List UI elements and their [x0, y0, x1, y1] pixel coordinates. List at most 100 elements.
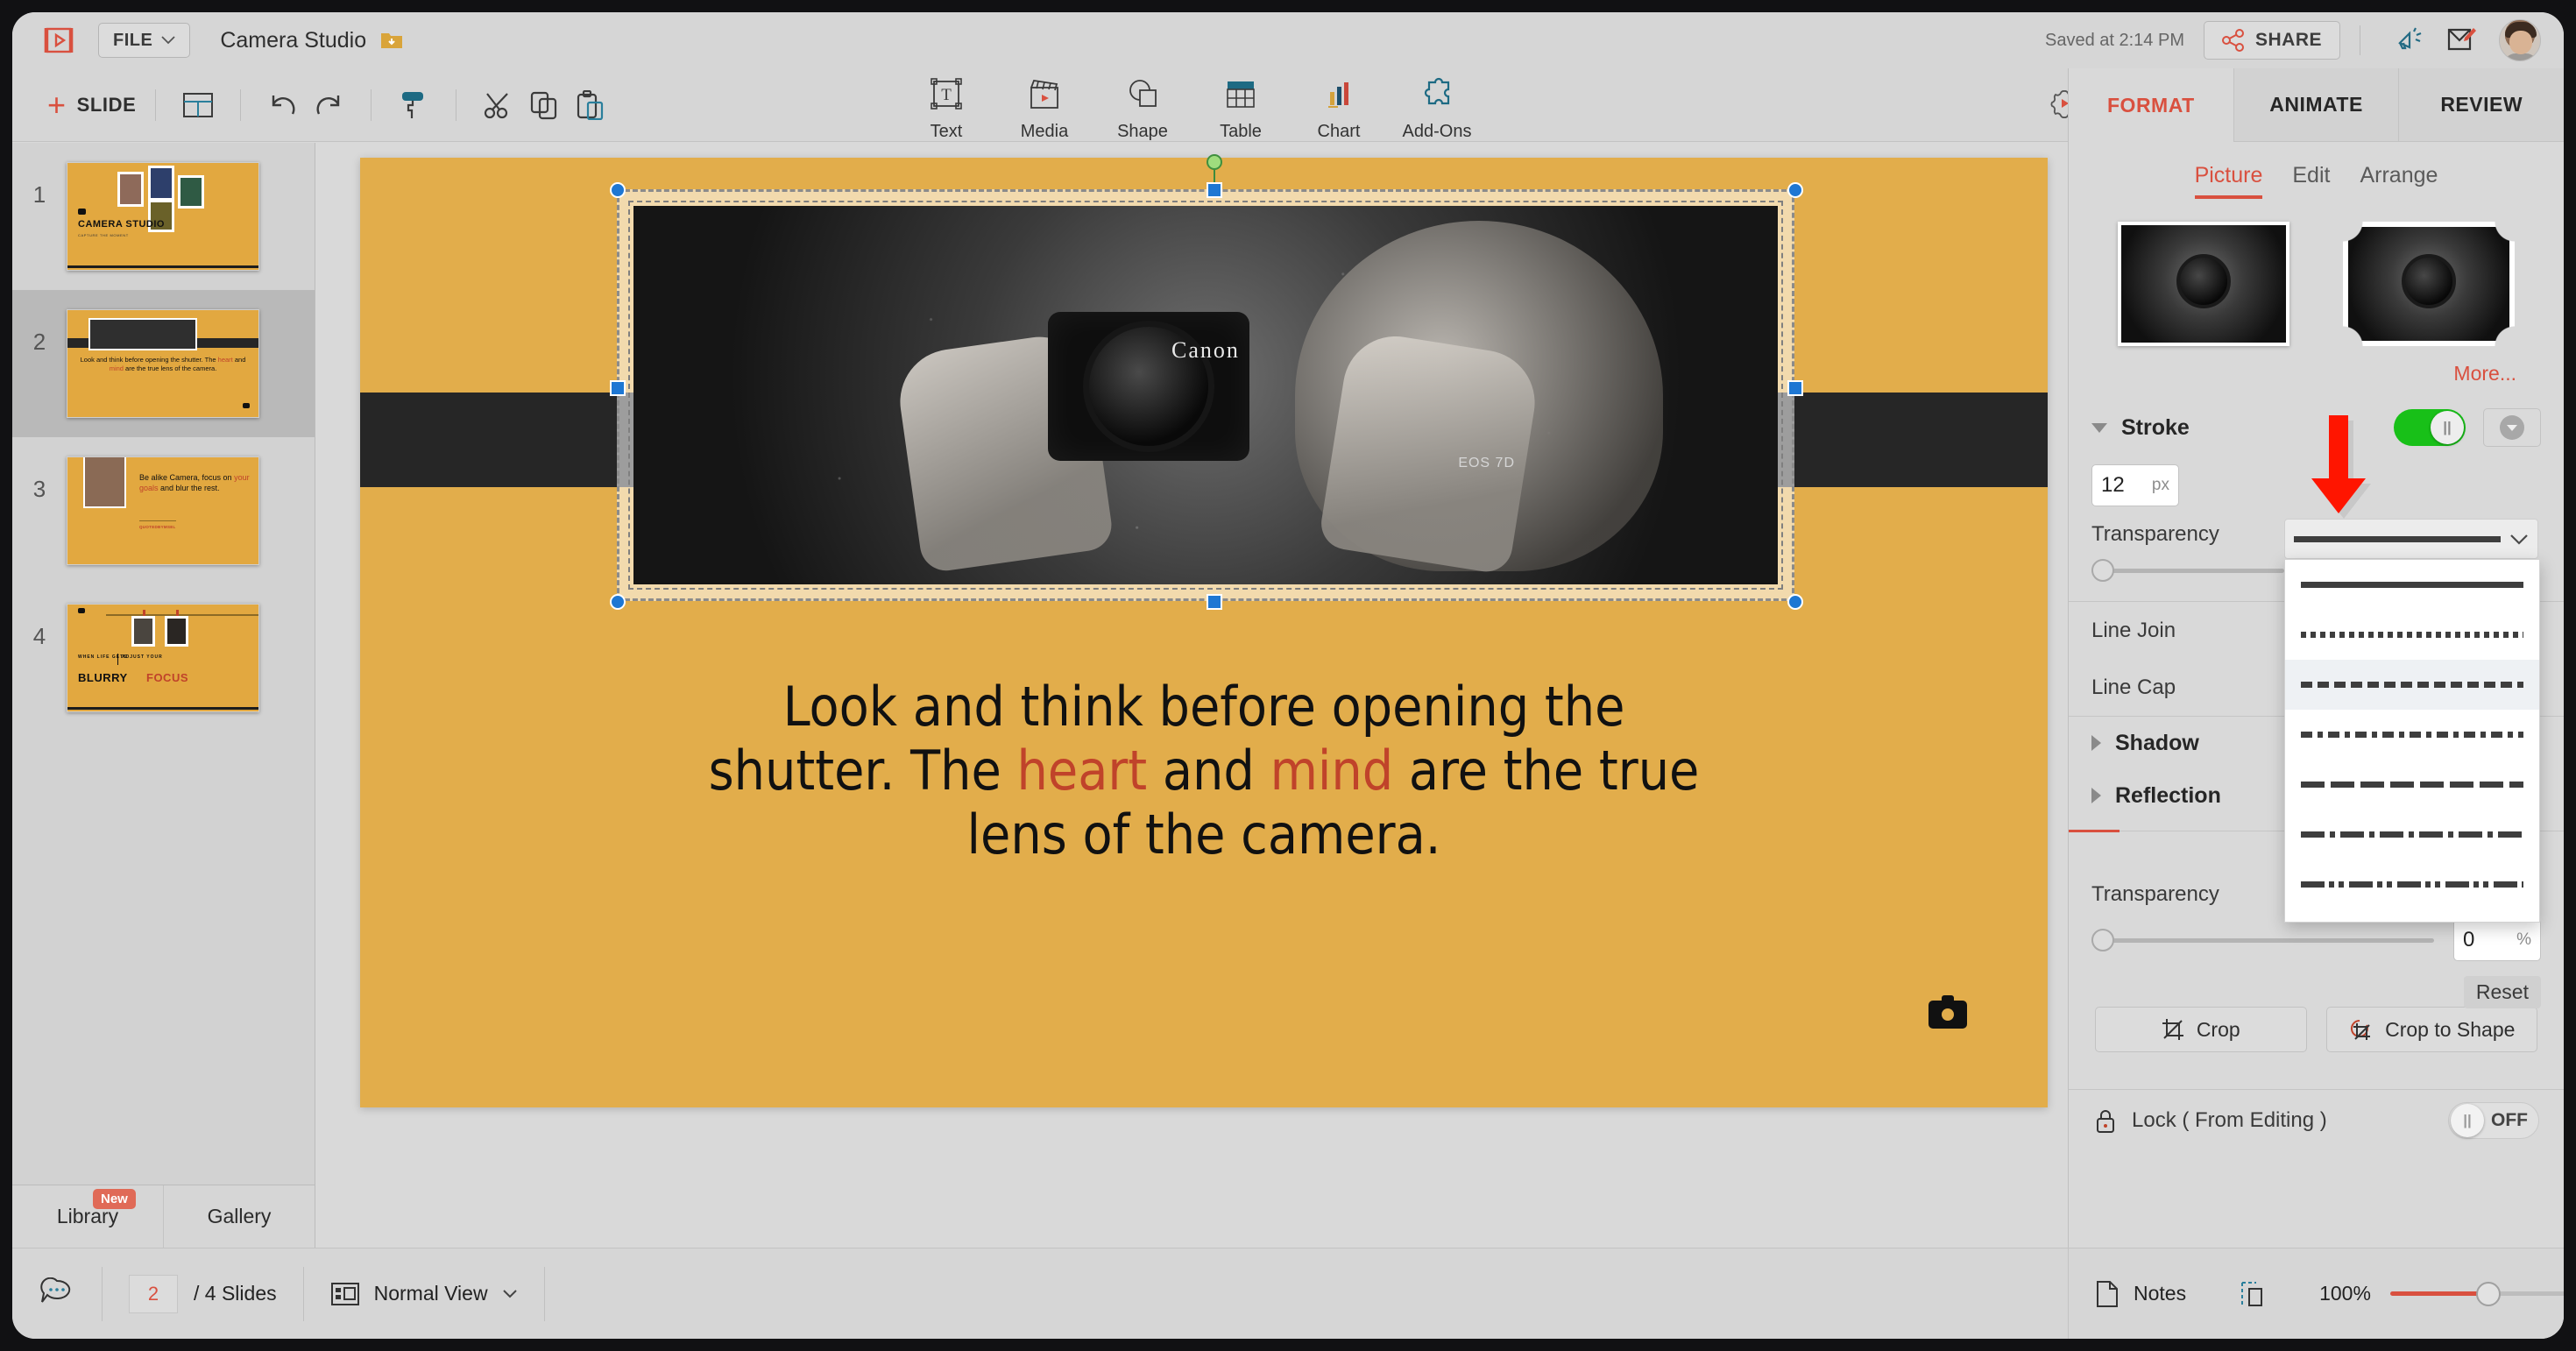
lock-row[interactable]: Lock ( From Editing ) || OFF [2069, 1090, 2564, 1151]
resize-handle-middle-right[interactable] [1787, 380, 1803, 396]
undo-icon[interactable] [260, 82, 306, 128]
stroke-toggle[interactable]: || [2394, 409, 2466, 446]
resize-handle-middle-left[interactable] [610, 380, 626, 396]
sidebar-tab-library[interactable]: New Library [12, 1185, 163, 1248]
file-menu-button[interactable]: FILE [98, 23, 190, 58]
resize-handle-bottom-right[interactable] [1787, 594, 1803, 610]
chevron-down-icon [161, 36, 175, 45]
slide-thumbnail-1[interactable]: 1 CAMERA STUDIO CAPTURE THE MOMENT [12, 143, 315, 290]
subtab-arrange[interactable]: Arrange [2360, 163, 2438, 199]
reset-button[interactable]: Reset [2464, 976, 2541, 1008]
scissors-icon[interactable] [476, 82, 521, 128]
picture-preset-plain[interactable] [2118, 222, 2289, 346]
insert-text-button[interactable]: T Text [897, 74, 995, 142]
insert-table-label: Table [1220, 122, 1262, 142]
dash-option-long-dash-dot-dot[interactable] [2285, 859, 2539, 909]
edit-envelope-icon[interactable] [2441, 20, 2481, 60]
thumb-word-2: FOCUS [146, 671, 188, 684]
picture-preset-concave[interactable] [2343, 222, 2515, 346]
insert-chart-button[interactable]: Chart [1290, 74, 1388, 142]
dash-option-fine-dotted[interactable] [2285, 610, 2539, 660]
slide-thumbnail-list[interactable]: 1 CAMERA STUDIO CAPTURE THE MOMENT 2 [12, 143, 315, 1185]
zoom-control: 100% [2293, 1248, 2564, 1339]
subtab-edit[interactable]: Edit [2292, 163, 2330, 199]
slide-canvas-area[interactable]: Canon EOS 7D Look and think before openi… [315, 143, 2068, 1248]
slide-quote-text[interactable]: Look and think before opening the shutte… [492, 675, 1916, 866]
megaphone-icon[interactable] [2390, 20, 2431, 60]
zoom-slider[interactable] [2390, 1283, 2564, 1305]
zoom-level-label: 100% [2319, 1282, 2371, 1305]
rotation-handle[interactable] [1207, 154, 1222, 170]
crop-label: Crop [2197, 1018, 2240, 1042]
paste-icon[interactable] [567, 82, 612, 128]
caret-right-icon[interactable] [2091, 788, 2101, 803]
tab-animate[interactable]: ANIMATE [2233, 68, 2399, 142]
notes-label: Notes [2134, 1282, 2186, 1305]
photo-brand-text: Canon [1171, 337, 1240, 364]
share-button[interactable]: SHARE [2204, 21, 2340, 60]
slide-thumbnail-2[interactable]: 2 Look and think before opening the shut… [12, 290, 315, 437]
document-title[interactable]: Camera Studio [220, 28, 403, 53]
comments-button[interactable] [12, 1248, 102, 1339]
color-dropdown-icon [2500, 415, 2524, 440]
caret-right-icon[interactable] [2091, 735, 2101, 751]
tab-format[interactable]: FORMAT [2069, 68, 2233, 142]
avatar[interactable] [2499, 19, 2541, 61]
stroke-dash-dropdown-menu[interactable] [2284, 559, 2540, 923]
stroke-transparency-slider[interactable] [2091, 559, 2284, 582]
crop-buttons-row: Crop Crop to Shape [2069, 1007, 2564, 1052]
resize-handle-top-left[interactable] [610, 182, 626, 198]
subtab-picture[interactable]: Picture [2195, 163, 2263, 199]
lock-icon [2093, 1107, 2118, 1134]
dash-option-long-dash[interactable] [2285, 760, 2539, 810]
stroke-color-swatch[interactable] [2483, 408, 2541, 447]
redo-icon[interactable] [306, 82, 351, 128]
paint-roller-icon[interactable] [391, 82, 436, 128]
caret-down-icon[interactable] [2091, 423, 2107, 433]
stroke-dash-preview [2294, 536, 2501, 542]
dash-option-long-dash-dot[interactable] [2285, 810, 2539, 859]
slide-thumbnail-3[interactable]: 3 Be alike Camera, focus on your goals a… [12, 437, 315, 584]
insert-addons-button[interactable]: Add-Ons [1388, 74, 1486, 142]
opacity-slider[interactable] [2091, 929, 2434, 951]
add-slide-button[interactable]: + SLIDE [47, 89, 136, 121]
tab-review[interactable]: REVIEW [2398, 68, 2564, 142]
play-frame-logo-icon[interactable] [40, 23, 77, 58]
view-mode-selector[interactable]: Normal View [304, 1248, 544, 1339]
insert-media-label: Media [1021, 122, 1068, 142]
crop-button[interactable]: Crop [2095, 1007, 2307, 1052]
slide-thumbnail-4[interactable]: 4 WHEN LIFE GETS ADJUST YOUR BLURRY FOCU… [12, 584, 315, 732]
resize-handle-bottom-center[interactable] [1207, 594, 1222, 610]
crop-to-shape-button[interactable]: Crop to Shape [2326, 1007, 2538, 1052]
opacity-input[interactable]: 0 % [2453, 919, 2541, 961]
lock-label: Lock ( From Editing ) [2132, 1108, 2327, 1133]
more-styles-link[interactable]: More... [2069, 346, 2564, 385]
dash-option-dashed[interactable] [2285, 660, 2539, 710]
stroke-width-input[interactable]: 12 px [2091, 464, 2179, 506]
current-slide-input[interactable]: 2 [129, 1275, 178, 1313]
insert-table-button[interactable]: Table [1192, 74, 1290, 142]
resize-handle-bottom-left[interactable] [610, 594, 626, 610]
slide-layout-icon[interactable] [175, 82, 221, 128]
resize-handle-top-center[interactable] [1207, 182, 1222, 198]
notes-button[interactable]: Notes [2069, 1248, 2212, 1339]
dash-option-dash-dot[interactable] [2285, 710, 2539, 760]
saved-status: Saved at 2:14 PM [2045, 31, 2184, 51]
insert-shape-button[interactable]: Shape [1093, 74, 1192, 142]
save-to-folder-icon[interactable] [380, 30, 403, 51]
share-label: SHARE [2255, 30, 2322, 51]
sidebar-tab-gallery[interactable]: Gallery [163, 1185, 315, 1248]
toggle-panel-button[interactable] [2212, 1248, 2293, 1339]
copy-icon[interactable] [521, 82, 567, 128]
slide-stage[interactable]: Canon EOS 7D Look and think before openi… [360, 158, 2048, 1107]
document-title-text: Camera Studio [220, 28, 366, 53]
insert-media-button[interactable]: Media [995, 74, 1093, 142]
thumb-title: CAMERA STUDIO [78, 219, 165, 230]
share-nodes-icon [2222, 29, 2245, 52]
crop-to-shape-label: Crop to Shape [2385, 1018, 2515, 1042]
quote-line-1: Look and think before opening the [492, 675, 1916, 739]
resize-handle-top-right[interactable] [1787, 182, 1803, 198]
lock-toggle[interactable]: || OFF [2448, 1102, 2539, 1139]
dash-sample [2301, 582, 2523, 588]
dash-option-solid[interactable] [2285, 560, 2539, 610]
